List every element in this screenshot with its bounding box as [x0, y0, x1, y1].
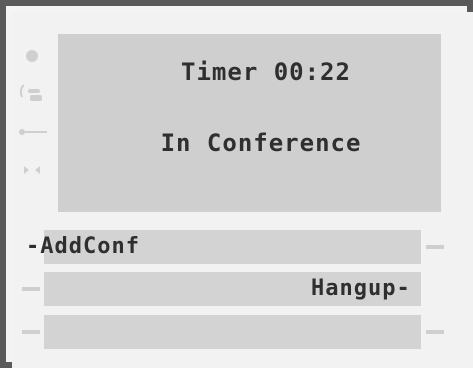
status-led-icon [14, 42, 50, 70]
call-timer: Timer 00:22 [181, 58, 351, 86]
handset-icon [14, 80, 50, 108]
softkey-right-tick [426, 330, 444, 334]
softkey-addconf-label: -AddConf [26, 234, 140, 259]
call-display: Timer 00:22 In Conference [58, 34, 441, 212]
key-icon [14, 118, 50, 146]
status-icon-column [14, 42, 50, 192]
bowtie-icon [14, 156, 50, 184]
softkey-left-tick [22, 330, 40, 334]
softkey-empty-button[interactable] [44, 315, 421, 349]
call-status: In Conference [160, 129, 362, 157]
softkey-row-3 [6, 315, 467, 351]
softkey-row-2: Hangup- [6, 272, 467, 308]
softkey-left-tick [22, 287, 40, 291]
softkey-right-tick [426, 245, 444, 249]
softkey-hangup-label: Hangup- [311, 276, 411, 301]
softkey-row-1: -AddConf [6, 230, 467, 266]
